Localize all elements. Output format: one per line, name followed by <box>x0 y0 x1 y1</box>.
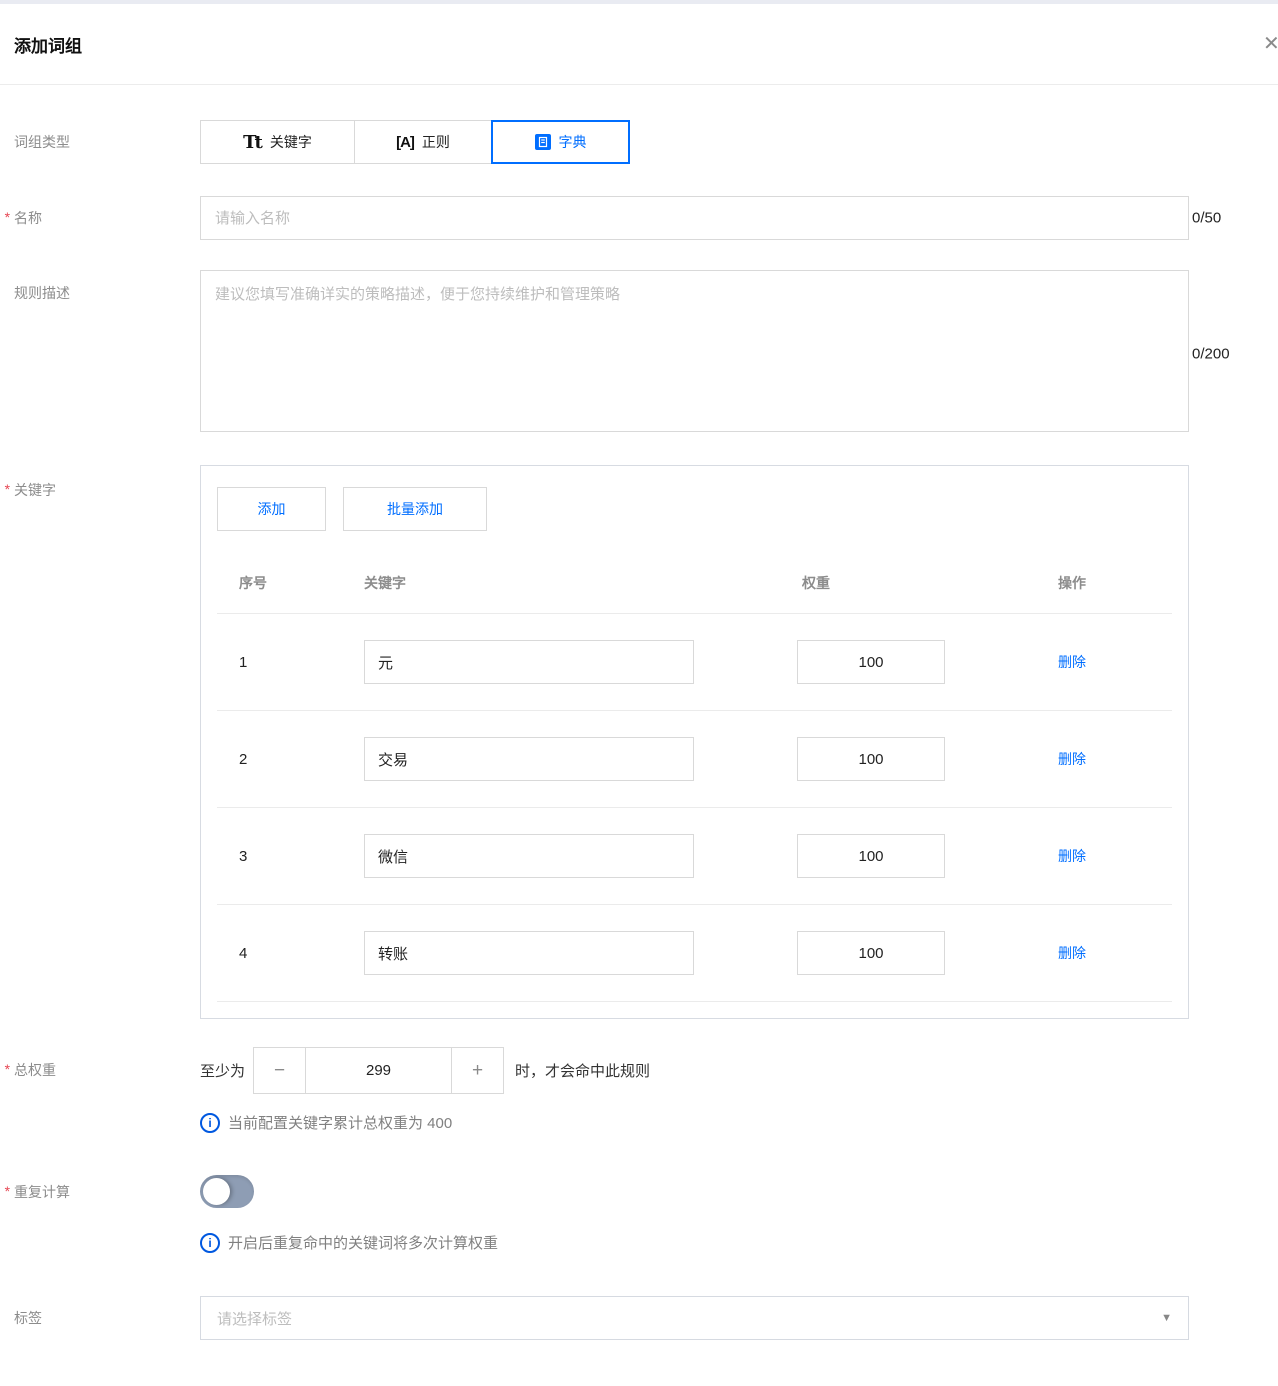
total-weight-info: 当前配置关键字累计总权重为 400 <box>228 1115 453 1132</box>
dictionary-icon <box>534 134 551 150</box>
batch-add-button[interactable]: 批量添加 <box>343 487 487 531</box>
delete-link[interactable]: 删除 <box>1058 945 1086 961</box>
description-input-wrap: 0/200 <box>200 270 1230 437</box>
add-phrase-dialog: 添加词组 ✕ 词组类型 Tt 关键字 [A] 正则 字典 * 名称 请输入名称 … <box>0 0 1278 1386</box>
table-row: 1 删除 <box>217 614 1172 711</box>
row-index: 3 <box>239 847 248 865</box>
page-title: 添加词组 <box>14 36 82 56</box>
keyword-input[interactable] <box>364 834 694 878</box>
weight-value-input[interactable] <box>306 1048 452 1093</box>
weight-input[interactable] <box>797 834 945 878</box>
info-icon: i <box>200 1112 220 1133</box>
name-input[interactable] <box>200 196 1189 240</box>
tag-select[interactable]: 请选择标签 ▼ <box>200 1296 1189 1340</box>
repeat-toggle[interactable] <box>200 1175 254 1208</box>
table-row: 2 删除 <box>217 711 1172 808</box>
keywords-row: *关键字 添加 批量添加 序号 关键字 权重 操作 1 删除 2 <box>0 465 1278 1019</box>
weight-input[interactable] <box>797 931 945 975</box>
type-option-keyword[interactable]: Tt 关键字 <box>200 120 355 164</box>
header-keyword: 关键字 <box>364 575 406 591</box>
description-row: 规则描述 0/200 <box>0 270 1278 437</box>
description-textarea[interactable] <box>200 270 1189 432</box>
repeat-count-content: i 开启后重复命中的关键词将多次计算权重 <box>200 1175 498 1253</box>
keyword-input[interactable] <box>364 640 694 684</box>
table-row: 3 删除 <box>217 808 1172 905</box>
close-icon[interactable]: ✕ <box>1263 34 1278 54</box>
word-type-label: 词组类型 <box>14 134 70 150</box>
name-row: *名称 0/50 <box>0 196 1278 240</box>
header-weight: 权重 <box>802 575 830 591</box>
delete-link[interactable]: 删除 <box>1058 751 1086 767</box>
delete-link[interactable]: 删除 <box>1058 848 1086 864</box>
repeat-count-label: * 重复计算 <box>4 1183 70 1200</box>
tag-label: 标签 <box>14 1310 42 1326</box>
tag-row: 标签 请选择标签 ▼ <box>0 1296 1278 1340</box>
total-weight-content: 至少为 − + 时，才会命中此规则 i 当前配置关键字累计总权重为 400 <box>200 1047 650 1133</box>
description-label: 规则描述 <box>14 285 70 301</box>
name-counter: 0/50 <box>1192 209 1222 227</box>
total-weight-line: 至少为 − + 时，才会命中此规则 <box>200 1047 650 1094</box>
type-option-dictionary[interactable]: 字典 <box>491 120 630 164</box>
repeat-info-line: i 开启后重复命中的关键词将多次计算权重 <box>200 1232 498 1253</box>
tag-placeholder: 请选择标签 <box>217 1310 293 1328</box>
name-input-wrap: 0/50 <box>200 196 1221 240</box>
text-type-icon: Tt <box>243 131 263 153</box>
keywords-label: * 关键字 <box>4 481 56 498</box>
row-index: 2 <box>239 750 248 768</box>
keywords-toolbar: 添加 批量添加 <box>217 487 1172 531</box>
word-type-row: 词组类型 Tt 关键字 [A] 正则 字典 <box>0 120 1278 164</box>
weight-stepper: − + <box>253 1047 505 1094</box>
required-mark: * <box>4 481 10 497</box>
dialog-header: 添加词组 ✕ <box>0 4 1278 85</box>
required-mark: * <box>4 209 10 225</box>
row-index: 4 <box>239 944 248 962</box>
weight-input[interactable] <box>797 737 945 781</box>
delete-link[interactable]: 删除 <box>1058 654 1086 670</box>
weight-input[interactable] <box>797 640 945 684</box>
at-least-text: 至少为 <box>200 1063 246 1080</box>
decrease-button[interactable]: − <box>254 1048 307 1093</box>
keywords-panel: 添加 批量添加 序号 关键字 权重 操作 1 删除 2 删除 <box>200 465 1189 1019</box>
type-option-label: 关键字 <box>269 134 312 150</box>
type-option-label: 字典 <box>558 134 587 150</box>
info-icon: i <box>200 1232 220 1253</box>
description-counter: 0/200 <box>1192 345 1230 362</box>
table-row: 4 删除 <box>217 905 1172 1002</box>
header-action: 操作 <box>1058 575 1086 591</box>
total-weight-info-line: i 当前配置关键字累计总权重为 400 <box>200 1112 650 1133</box>
header-no: 序号 <box>239 575 267 591</box>
row-index: 1 <box>239 653 248 671</box>
toggle-knob <box>203 1178 230 1205</box>
name-label: * 名称 <box>4 209 42 226</box>
keyword-input[interactable] <box>364 931 694 975</box>
keyword-input[interactable] <box>364 737 694 781</box>
required-mark: * <box>4 1183 10 1199</box>
repeat-count-row: * 重复计算 i 开启后重复命中的关键词将多次计算权重 <box>0 1175 1278 1253</box>
condition-text: 时，才会命中此规则 <box>515 1063 651 1080</box>
regex-type-icon: [A] <box>396 133 415 151</box>
add-button[interactable]: 添加 <box>217 487 326 531</box>
required-mark: * <box>4 1061 10 1077</box>
type-option-label: 正则 <box>421 134 450 150</box>
type-option-regex[interactable]: [A] 正则 <box>354 120 492 164</box>
keywords-table-header: 序号 关键字 权重 操作 <box>217 531 1172 614</box>
dropdown-arrow-icon: ▼ <box>1161 1312 1172 1324</box>
increase-button[interactable]: + <box>451 1048 504 1093</box>
repeat-info: 开启后重复命中的关键词将多次计算权重 <box>228 1235 499 1252</box>
total-weight-row: *总权重 至少为 − + 时，才会命中此规则 i 当前配置关键字累计总权重为 4… <box>0 1047 1278 1133</box>
word-type-segmented-control: Tt 关键字 [A] 正则 字典 <box>200 120 630 164</box>
total-weight-label: * 总权重 <box>4 1061 56 1078</box>
